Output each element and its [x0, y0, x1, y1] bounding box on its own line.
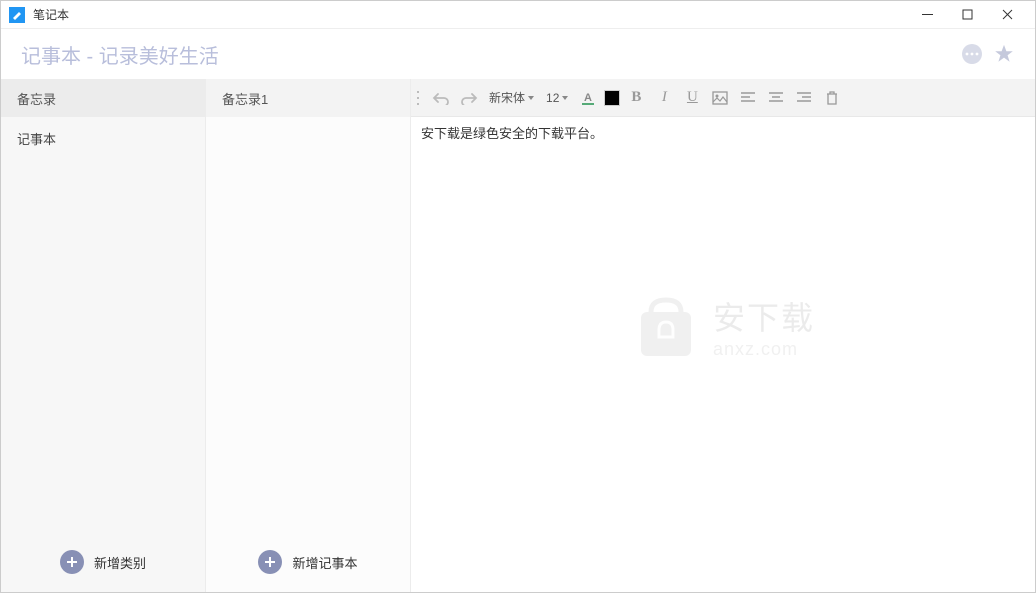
- watermark-main: 安下载: [713, 293, 815, 339]
- font-family-value: 新宋体: [489, 89, 525, 106]
- font-color-button[interactable]: A: [576, 86, 600, 110]
- redo-button[interactable]: [457, 86, 481, 110]
- app-title: 记事本 - 记录美好生活: [21, 40, 219, 69]
- window-controls: [907, 1, 1027, 29]
- underline-button[interactable]: U: [680, 86, 704, 110]
- minimize-button[interactable]: [907, 1, 947, 29]
- add-category-button[interactable]: 新增类别: [1, 532, 205, 592]
- editor-content[interactable]: 安下载是绿色安全的下载平台。 安下载 anxz.com: [411, 117, 1035, 592]
- app-icon: [9, 7, 25, 23]
- note-list-header: 备忘录1: [206, 79, 410, 117]
- delete-button[interactable]: [820, 86, 844, 110]
- category-sidebar: 备忘录 记事本 新增类别: [1, 79, 206, 592]
- chevron-down-icon: [528, 96, 534, 100]
- window-title: 笔记本: [33, 6, 69, 23]
- add-note-label: 新增记事本: [292, 553, 357, 572]
- toolbar-grip-icon: [417, 89, 423, 107]
- add-note-button[interactable]: 新增记事本: [206, 532, 410, 592]
- align-left-button[interactable]: [736, 86, 760, 110]
- close-button[interactable]: [987, 1, 1027, 29]
- watermark: 安下载 anxz.com: [631, 292, 815, 362]
- undo-button[interactable]: [429, 86, 453, 110]
- editor-panel: 新宋体 12 A B I U: [411, 79, 1035, 592]
- titlebar: 笔记本: [1, 1, 1035, 29]
- chevron-down-icon: [562, 96, 568, 100]
- editor-text: 安下载是绿色安全的下载平台。: [421, 123, 1025, 142]
- main-area: 备忘录 记事本 新增类别 备忘录1 新增记事本: [1, 79, 1035, 592]
- plus-icon: [60, 550, 84, 574]
- star-icon[interactable]: [993, 43, 1015, 65]
- header-actions: [961, 43, 1015, 65]
- editor-toolbar: 新宋体 12 A B I U: [411, 79, 1035, 117]
- category-list: 记事本: [1, 117, 205, 532]
- font-family-select[interactable]: 新宋体: [485, 89, 538, 106]
- image-button[interactable]: [708, 86, 732, 110]
- svg-text:A: A: [584, 92, 592, 104]
- add-category-label: 新增类别: [94, 553, 146, 572]
- plus-icon: [258, 550, 282, 574]
- more-icon[interactable]: [961, 43, 983, 65]
- italic-button[interactable]: I: [652, 86, 676, 110]
- align-right-button[interactable]: [792, 86, 816, 110]
- color-swatch-black[interactable]: [604, 90, 620, 106]
- category-item[interactable]: 记事本: [1, 117, 205, 160]
- watermark-bag-icon: [631, 292, 701, 362]
- maximize-button[interactable]: [947, 1, 987, 29]
- category-header: 备忘录: [1, 79, 205, 117]
- font-size-value: 12: [546, 91, 559, 105]
- align-center-button[interactable]: [764, 86, 788, 110]
- font-size-select[interactable]: 12: [542, 91, 572, 105]
- app-header: 记事本 - 记录美好生活: [1, 29, 1035, 79]
- watermark-sub: anxz.com: [713, 339, 815, 360]
- bold-button[interactable]: B: [624, 86, 648, 110]
- note-list: [206, 117, 410, 532]
- note-sidebar: 备忘录1 新增记事本: [206, 79, 411, 592]
